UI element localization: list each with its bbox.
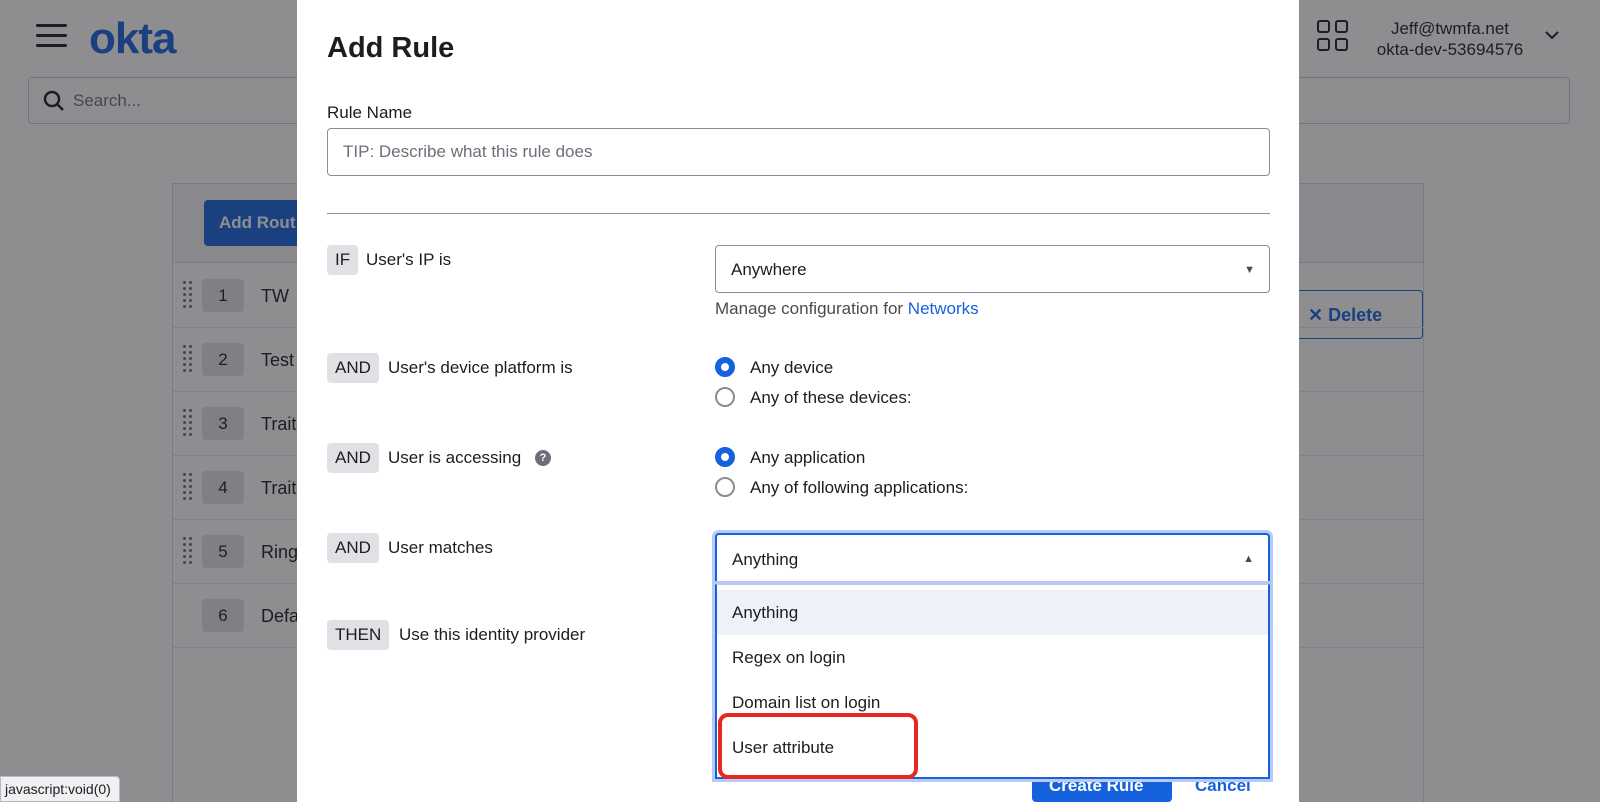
manage-text: Manage configuration for xyxy=(715,299,904,318)
user-matches-select[interactable]: Anything ▲ xyxy=(715,533,1270,585)
condition-app-label: User is accessing xyxy=(388,448,522,467)
radio-button-selected[interactable] xyxy=(715,447,735,467)
cancel-button[interactable]: Cancel xyxy=(1195,776,1251,796)
keyword-and: AND xyxy=(327,533,379,563)
rule-name-label: Rule Name xyxy=(327,103,413,122)
ip-select-value: Anywhere xyxy=(731,260,807,279)
keyword-and: AND xyxy=(327,353,379,383)
radio-label: Any of these devices: xyxy=(750,388,912,407)
rule-name-input[interactable] xyxy=(327,128,1270,176)
then-label: Use this identity provider xyxy=(399,625,586,644)
keyword-then: THEN xyxy=(327,620,390,650)
modal-title: Add Rule xyxy=(327,32,455,64)
status-bar-url: javascript:void(0) xyxy=(0,776,120,802)
option-regex-on-login[interactable]: Regex on login xyxy=(717,635,1268,680)
manage-networks-text: Manage configuration for Networks xyxy=(715,299,979,319)
option-anything[interactable]: Anything xyxy=(717,590,1268,635)
radio-button-selected[interactable] xyxy=(715,357,735,377)
keyword-if: IF xyxy=(327,245,359,275)
caret-down-icon: ▼ xyxy=(1244,264,1255,276)
keyword-and: AND xyxy=(327,443,379,473)
radio-label: Any device xyxy=(750,358,834,377)
help-icon[interactable]: ? xyxy=(535,450,551,466)
divider xyxy=(327,213,1270,214)
ip-select[interactable]: Anywhere ▼ xyxy=(715,245,1270,293)
add-rule-modal: Add Rule Rule Name IF User's IP is Anywh… xyxy=(297,0,1299,802)
annotation-highlight-box xyxy=(718,713,918,779)
radio-label: Any of following applications: xyxy=(750,478,969,497)
radio-button[interactable] xyxy=(715,387,735,407)
user-matches-value: Anything xyxy=(732,550,799,569)
condition-ip-label: User's IP is xyxy=(366,250,452,269)
networks-link[interactable]: Networks xyxy=(908,299,979,318)
condition-match-label: User matches xyxy=(388,538,493,557)
radio-label: Any application xyxy=(750,448,866,467)
condition-device-label: User's device platform is xyxy=(388,358,573,377)
radio-button[interactable] xyxy=(715,477,735,497)
caret-up-icon: ▲ xyxy=(1243,553,1254,565)
